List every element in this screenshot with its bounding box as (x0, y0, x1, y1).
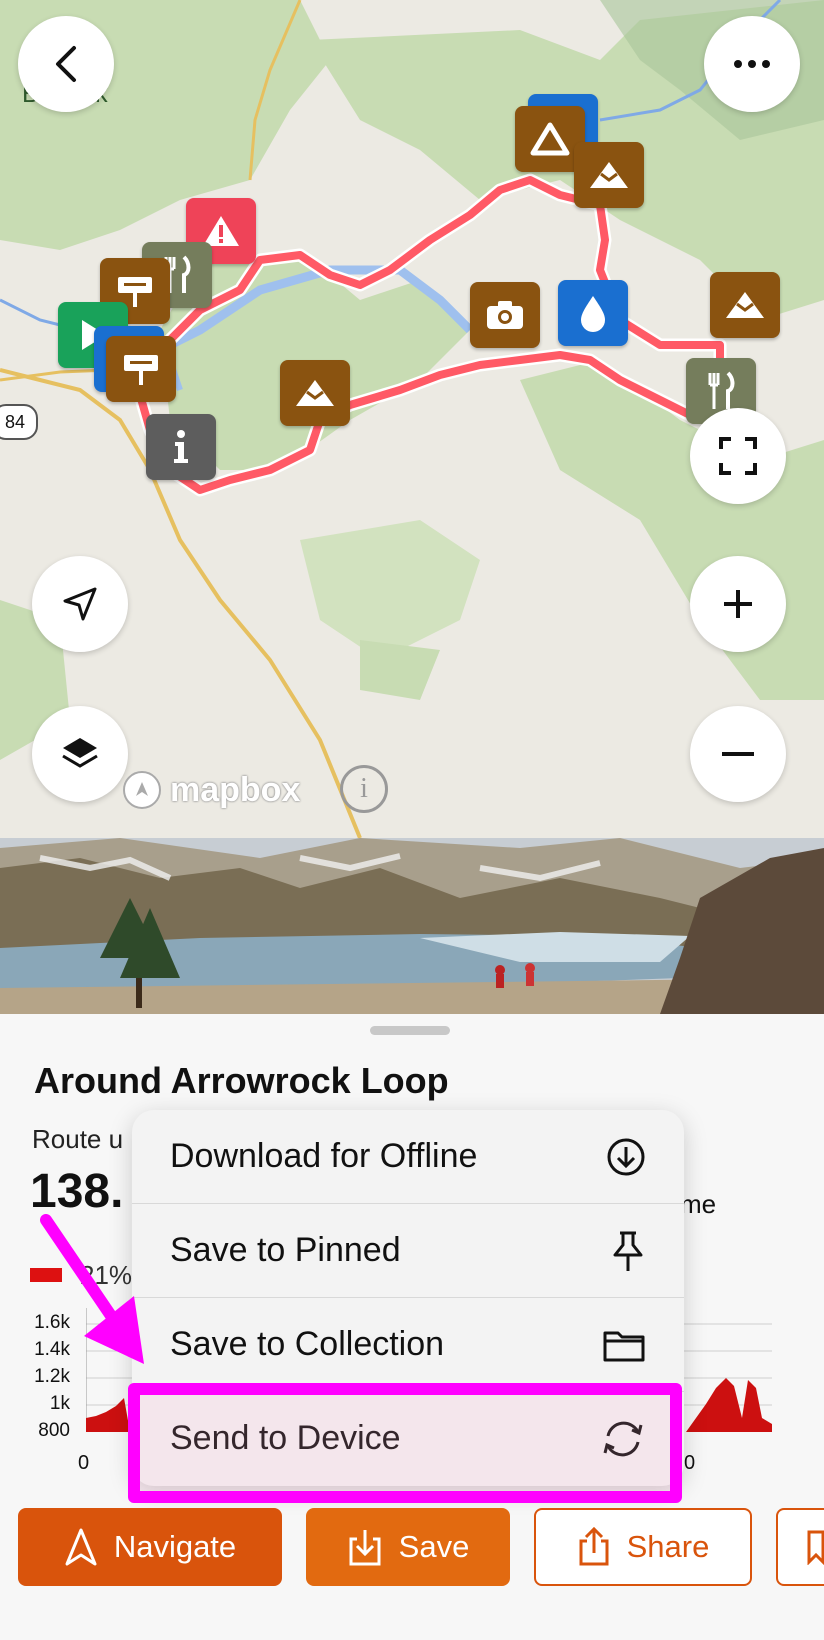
elevation-profile-left (86, 1398, 130, 1432)
map-info-button[interactable]: i (340, 765, 388, 813)
layers-button[interactable] (32, 706, 128, 802)
navigate-button[interactable]: Navigate (18, 1508, 282, 1586)
zoom-in-button[interactable] (690, 556, 786, 652)
mountain-icon (590, 162, 628, 188)
minus-icon (722, 752, 754, 756)
more-actions-button[interactable] (776, 1508, 824, 1586)
route-subtitle: Route u (32, 1124, 124, 1154)
route-distance: 138. (30, 1165, 124, 1218)
elev-x-start: 0 (78, 1452, 90, 1474)
mapbox-logo-icon (123, 771, 161, 809)
action-bar: Navigate Save Share (0, 1508, 824, 1588)
photo-marker[interactable] (470, 282, 540, 348)
save-button[interactable]: Save (306, 1508, 510, 1586)
sheet-drag-handle[interactable] (370, 1026, 450, 1035)
peak-marker-2[interactable] (280, 360, 350, 426)
info-marker[interactable] (146, 414, 216, 480)
route-title: Around Arrowrock Loop (34, 1060, 449, 1101)
navigate-label: Navigate (113, 1529, 237, 1564)
annotation-arrow (40, 1214, 144, 1364)
elev-tick-5: 800 (38, 1420, 70, 1441)
layers-icon (62, 738, 98, 768)
more-button[interactable] (704, 16, 800, 112)
fullscreen-button[interactable] (690, 408, 786, 504)
menu-download-offline[interactable]: Download for Offline (132, 1110, 684, 1204)
fork-knife-icon (708, 371, 735, 409)
fullscreen-icon (719, 437, 757, 475)
share-icon (579, 1527, 609, 1566)
bookmark-icon (807, 1530, 824, 1565)
water-marker-3[interactable] (558, 280, 628, 346)
save-label: Save (398, 1529, 470, 1564)
mountain-icon (296, 380, 334, 406)
water-drop-icon (581, 296, 605, 332)
mountain-icon (726, 292, 764, 318)
map-view[interactable]: B Peak 84 (0, 0, 824, 838)
signpost-icon (124, 355, 158, 385)
plus-icon (724, 590, 752, 618)
menu-save-pinned[interactable]: Save to Pinned (132, 1204, 684, 1298)
mapbox-attribution[interactable]: mapbox (120, 768, 300, 812)
zoom-out-button[interactable] (690, 706, 786, 802)
peak-marker-3[interactable] (710, 272, 780, 338)
elev-x-end: 0 (684, 1452, 696, 1474)
download-circle-icon (607, 1138, 645, 1175)
menu-collection-label: Save to Collection (170, 1325, 445, 1363)
tent-icon (530, 122, 570, 156)
menu-pinned-label: Save to Pinned (170, 1231, 401, 1269)
mapbox-text: mapbox (170, 770, 301, 809)
info-icon (174, 430, 188, 463)
folder-icon (603, 1331, 645, 1361)
route-photo-image (0, 838, 824, 1014)
peak-marker[interactable] (574, 142, 644, 208)
sign-marker-2[interactable] (106, 336, 176, 402)
locate-button[interactable] (32, 556, 128, 652)
menu-save-collection[interactable]: Save to Collection (132, 1298, 684, 1392)
back-button[interactable] (18, 16, 114, 112)
save-download-icon (349, 1530, 381, 1566)
ellipsis-icon (734, 60, 770, 68)
share-button[interactable]: Share (534, 1508, 752, 1586)
route-photo[interactable] (0, 838, 824, 1014)
highway-shield: 84 (0, 404, 38, 440)
navigate-arrow-icon (65, 1528, 97, 1566)
menu-download-label: Download for Offline (170, 1137, 478, 1175)
camera-icon (487, 301, 523, 329)
location-arrow-icon (63, 587, 97, 621)
elev-tick-4: 1k (49, 1393, 70, 1414)
pin-icon (613, 1231, 643, 1271)
share-label: Share (626, 1529, 710, 1564)
chevron-left-icon (56, 46, 76, 82)
send-to-device-highlight (128, 1383, 682, 1503)
route-time-label: me (680, 1189, 717, 1219)
